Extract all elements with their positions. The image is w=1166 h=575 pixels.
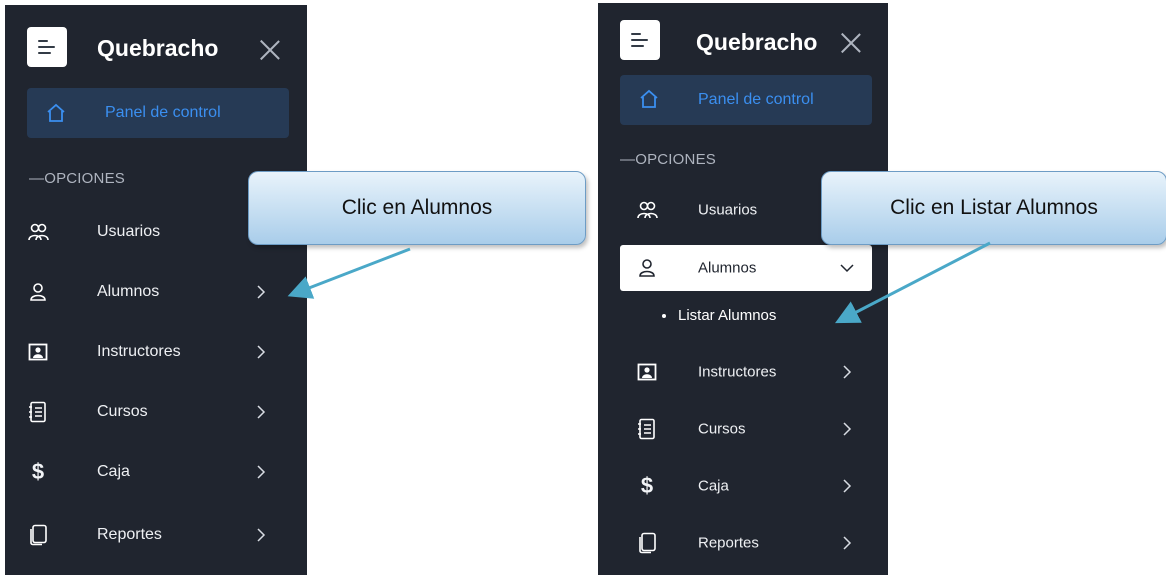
notebook-icon — [27, 401, 49, 423]
nav-item-label: Caja — [97, 463, 130, 480]
subitem-label: Listar Alumnos — [678, 307, 777, 324]
nav-item-label: Panel de control — [698, 91, 814, 108]
dollar-icon: $ — [31, 459, 45, 484]
chevron-down-icon — [840, 264, 854, 273]
nav-item-label: Cursos — [97, 403, 148, 420]
nav-item-alumnos[interactable]: Alumnos — [620, 245, 872, 291]
nav-item-reportes[interactable]: Reportes — [620, 523, 872, 563]
id-card-icon — [27, 341, 49, 363]
nav-item-caja[interactable]: $ Caja — [620, 466, 872, 506]
brand-title: Quebracho — [696, 29, 818, 55]
close-icon[interactable] — [259, 39, 281, 61]
section-header: —OPCIONES — [29, 170, 125, 187]
notebook-icon — [636, 418, 658, 440]
nav-item-label: Alumnos — [698, 259, 757, 277]
nav-item-alumnos[interactable]: Alumnos — [27, 272, 289, 312]
copy-icon — [27, 524, 49, 546]
chevron-right-icon — [257, 285, 266, 299]
brand-title: Quebracho — [97, 35, 219, 61]
callout-clic-listar-alumnos: Clic en Listar Alumnos — [821, 171, 1166, 245]
nav-item-label: Panel de control — [105, 104, 221, 121]
user-icon — [636, 257, 658, 279]
nav-item-instructores[interactable]: Instructores — [620, 352, 872, 392]
home-icon — [47, 103, 65, 122]
nav-item-label: Instructores — [698, 363, 777, 381]
nav-item-cursos[interactable]: Cursos — [27, 392, 289, 432]
home-icon — [640, 89, 658, 108]
nav-item-label: Caja — [698, 477, 729, 495]
close-icon[interactable] — [840, 32, 862, 54]
nav-item-cursos[interactable]: Cursos — [620, 409, 872, 449]
arrow-to-alumnos — [287, 247, 411, 299]
menu-toggle-button[interactable] — [620, 20, 660, 60]
nav-item-reportes[interactable]: Reportes — [27, 515, 289, 555]
users-icon — [27, 221, 49, 243]
chevron-right-icon — [257, 465, 266, 479]
nav-item-label: Usuarios — [97, 223, 161, 240]
bullet-icon — [662, 314, 666, 319]
chevron-right-icon — [843, 479, 852, 493]
sidebar-collapsed: Quebracho Panel de control —OPCIONES Usu… — [5, 5, 307, 575]
nav-item-panel-de-control[interactable]: Panel de control — [27, 88, 289, 138]
copy-icon — [636, 532, 658, 554]
chevron-right-icon — [843, 536, 852, 550]
callout-clic-alumnos: Clic en Alumnos — [248, 171, 586, 245]
nav-item-label: Alumnos — [97, 283, 160, 300]
nav-item-label: Instructores — [97, 343, 181, 360]
chevron-right-icon — [843, 365, 852, 379]
nav-item-label: Cursos — [698, 420, 746, 438]
users-icon — [636, 199, 658, 221]
subitem-listar-alumnos[interactable]: Listar Alumnos — [662, 307, 776, 324]
nav-item-panel-de-control[interactable]: Panel de control — [620, 75, 872, 125]
dollar-icon: $ — [640, 473, 654, 498]
user-icon — [27, 281, 49, 303]
nav-item-label: Usuarios — [698, 201, 758, 219]
menu-toggle-button[interactable] — [27, 27, 67, 67]
nav-item-label: Reportes — [698, 534, 759, 552]
nav-item-label: Reportes — [97, 526, 162, 543]
nav-item-caja[interactable]: $ Caja — [27, 452, 289, 492]
chevron-right-icon — [257, 345, 266, 359]
chevron-right-icon — [257, 405, 266, 419]
sidebar-expanded: Quebracho Panel de control —OPCIONES Usu… — [598, 3, 888, 575]
chevron-right-icon — [257, 528, 266, 542]
id-card-icon — [636, 361, 658, 383]
section-header: —OPCIONES — [620, 151, 716, 168]
nav-item-instructores[interactable]: Instructores — [27, 332, 289, 372]
chevron-right-icon — [843, 422, 852, 436]
